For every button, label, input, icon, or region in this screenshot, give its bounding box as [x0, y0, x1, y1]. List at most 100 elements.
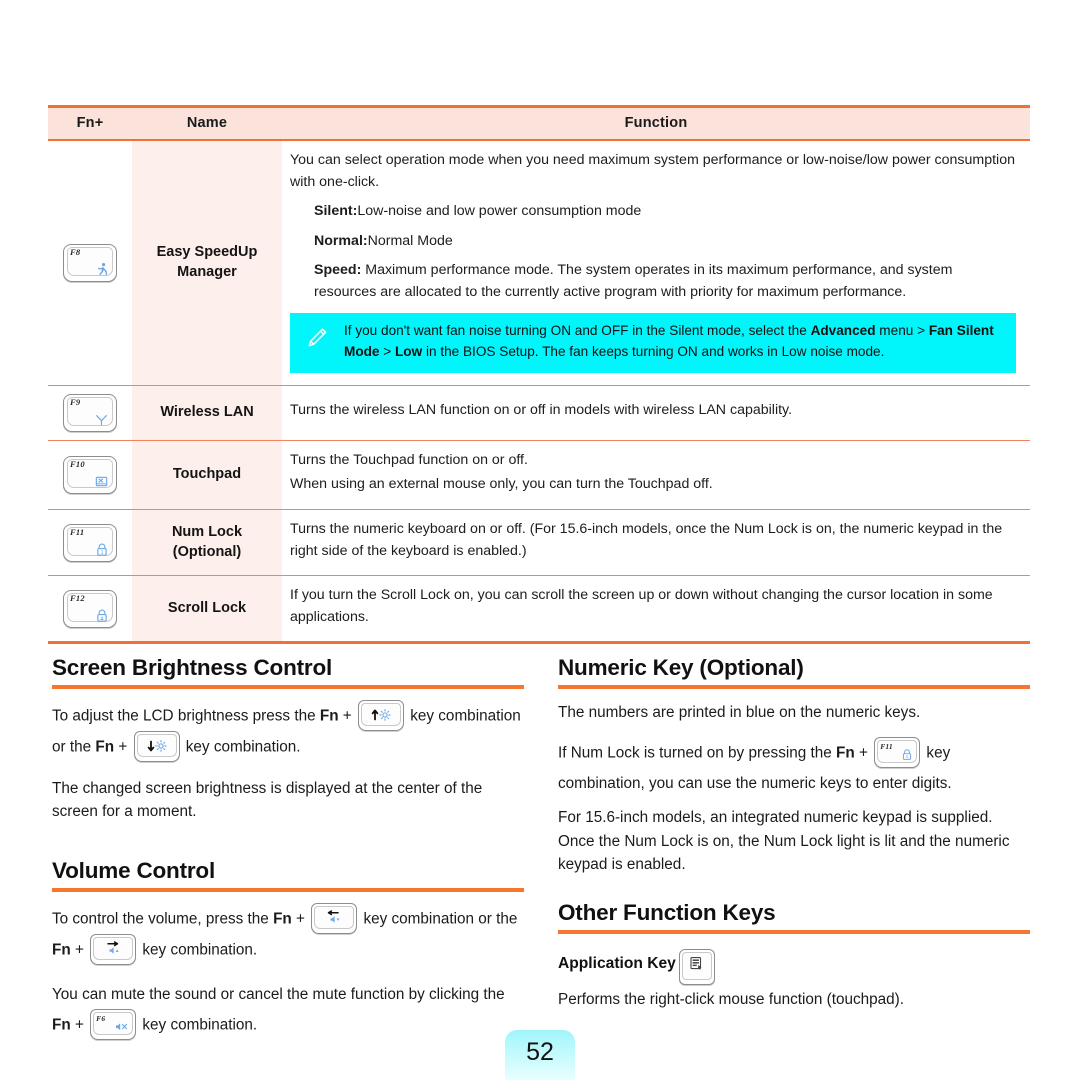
svg-text:1: 1	[906, 754, 909, 759]
brightness-instruction: To adjust the LCD brightness press the F…	[52, 699, 524, 763]
function-cell-num-lock: Turns the numeric keyboard on or off. (F…	[282, 509, 1030, 577]
text-frag: +	[338, 707, 356, 725]
func-text: You can select operation mode when you n…	[290, 152, 1015, 190]
brightness-note: The changed screen brightness is display…	[52, 779, 483, 821]
volume-up-key	[90, 933, 137, 965]
mode-desc-speed: Maximum performance mode. The system ope…	[314, 262, 953, 300]
keycap-label-f6: F6	[96, 1014, 106, 1024]
name-cell-scroll-lock: Scroll Lock	[132, 575, 282, 645]
fn-key-label: Fn	[95, 738, 115, 756]
manual-page: Fn+ Name Function F8 Easy SpeedUp Manage…	[0, 0, 1080, 1080]
numeric-keypad-note: For 15.6-inch models, an integrated nume…	[558, 808, 1010, 874]
table-header-row: Fn+ Name Function	[48, 105, 1030, 141]
volume-up-icon	[91, 940, 135, 957]
page-title-screen-brightness: Screen Brightness Control	[52, 655, 333, 680]
application-menu-icon	[680, 955, 714, 976]
table-row: F10 Touchpad Turns the Touchpad function…	[48, 440, 1030, 510]
note-part-advanced: Advanced	[810, 323, 876, 339]
note-text: If you don't want fan noise turning ON a…	[344, 321, 1006, 362]
fn-key-label: Fn	[319, 707, 339, 725]
text-frag: key combination.	[138, 941, 258, 959]
page-title-other-function-keys: Other Function Keys	[558, 900, 776, 925]
section-screen-brightness: Screen Brightness Control To adjust the …	[52, 655, 524, 838]
keycap-label-f11: F11	[880, 742, 893, 752]
keycap-label-f9: F9	[70, 396, 81, 407]
brightness-down-key	[133, 730, 180, 762]
fn-key-label: Fn	[273, 910, 292, 928]
name-line-2: Manager	[177, 263, 237, 280]
function-key-table: Fn+ Name Function F8 Easy SpeedUp Manage…	[48, 105, 1030, 645]
fn-key-label: Fn	[52, 1016, 71, 1034]
function-cell-scroll-lock: If you turn the Scroll Lock on, you can …	[282, 575, 1030, 645]
func-para: Turns the wireless LAN function on or of…	[290, 401, 793, 418]
func-para: If you turn the Scroll Lock on, you can …	[290, 587, 993, 625]
table-header: Fn+ Name Function	[48, 105, 1030, 141]
touchpad-disabled-icon	[94, 474, 109, 489]
key-cell-f12: F12	[48, 575, 132, 645]
num-lock-padlock-icon: 1	[95, 542, 109, 557]
pencil-note-icon	[300, 321, 334, 356]
fn-key-label: Fn	[52, 941, 71, 959]
keycap-label-f11: F11	[70, 526, 85, 537]
keycap-label-f12: F12	[70, 592, 85, 603]
note-part-3: menu >	[875, 323, 929, 339]
fn-key-label: Fn	[836, 744, 855, 762]
name-line-1: Easy SpeedUp	[156, 244, 258, 261]
table-row: F12 Scroll Lock If you turn the Scroll L…	[48, 575, 1030, 645]
mode-label-normal: Normal:	[314, 232, 368, 249]
page-title-volume-control: Volume Control	[52, 858, 216, 883]
volume-down-icon	[312, 909, 356, 926]
note-part-1: If you don't want fan noise turning ON a…	[344, 323, 811, 339]
note-box: If you don't want fan noise turning ON a…	[290, 313, 1016, 373]
function-cell-touchpad: Turns the Touchpad function on or off. W…	[282, 440, 1030, 510]
keycap-f9: F9	[63, 393, 117, 432]
keycap-label-f8: F8	[70, 246, 81, 257]
brightness-up-key	[357, 699, 404, 731]
text-frag: key combination or the	[359, 910, 518, 928]
function-cell-wireless-lan: Turns the wireless LAN function on or of…	[282, 385, 1030, 441]
column-header-fn: Fn+	[48, 105, 132, 141]
wireless-antenna-icon	[94, 412, 109, 427]
func-para-normal: Normal:Normal Mode	[314, 231, 1016, 253]
volume-down-key	[311, 902, 358, 934]
numeric-key-instruction: If Num Lock is turned on by pressing the…	[558, 737, 1030, 800]
application-menu-key	[678, 948, 715, 985]
keycap-f11: F11 1	[63, 523, 117, 562]
page-number: 52	[505, 1030, 575, 1080]
running-person-icon	[94, 262, 109, 277]
num-lock-key: F11 1	[874, 737, 921, 769]
func-para: When using an external mouse only, you c…	[290, 476, 713, 493]
mode-desc-silent: Low-noise and low power consumption mode	[357, 203, 642, 220]
mode-label-speed: Speed:	[314, 262, 362, 279]
func-para-silent: Silent:Low-noise and low power consumpti…	[314, 201, 1016, 223]
key-cell-f8: F8	[48, 140, 132, 386]
note-part-low: Low	[395, 344, 423, 360]
application-key-description: Performs the right-click mouse function …	[558, 990, 905, 1008]
func-para: You can select operation mode when you n…	[290, 150, 1016, 193]
page-title-numeric-key: Numeric Key (Optional)	[558, 655, 804, 680]
key-cell-f9: F9	[48, 385, 132, 441]
mute-speaker-icon	[115, 1021, 129, 1036]
name-line-2: (Optional)	[172, 543, 242, 560]
text-frag: To control the volume, press the	[52, 910, 274, 928]
name-line-1: Num Lock	[171, 523, 243, 540]
section-other-function-keys: Other Function Keys Application Key Perf…	[558, 900, 1030, 1025]
num-lock-padlock-icon: 1	[901, 748, 913, 764]
scroll-lock-padlock-icon	[95, 608, 109, 623]
title-divider	[558, 685, 1030, 689]
name-cell-wireless-lan: Wireless LAN	[132, 385, 282, 441]
note-part-5: >	[379, 344, 395, 360]
key-cell-f10: F10	[48, 440, 132, 510]
name-cell-easy-speedup: Easy SpeedUp Manager	[132, 140, 282, 386]
text-frag: key combination.	[181, 738, 301, 756]
mute-speaker-key: F6	[90, 1009, 137, 1041]
table-row: F9 Wireless LAN Turns the wireless LAN f…	[48, 385, 1030, 441]
table-body: F8 Easy SpeedUp Manager You can select o…	[48, 140, 1030, 645]
title-divider	[558, 930, 1030, 934]
title-divider	[52, 888, 524, 892]
section-numeric-key: Numeric Key (Optional) The numbers are p…	[558, 655, 1030, 891]
column-header-name: Name	[132, 105, 282, 141]
keycap-f8: F8	[63, 243, 117, 282]
text-frag: If Num Lock is turned on by pressing the	[558, 744, 837, 762]
section-volume-control: Volume Control To control the volume, pr…	[52, 858, 524, 1056]
